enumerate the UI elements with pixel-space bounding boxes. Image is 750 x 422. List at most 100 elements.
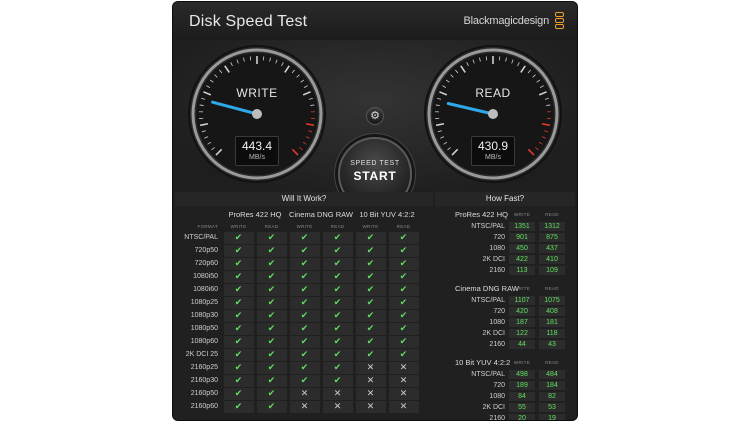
- format-label: 2160p25: [190, 364, 218, 371]
- supported-cell: ✔: [255, 400, 288, 413]
- format-label: 1080p25: [190, 299, 218, 306]
- sub-header-row: FORMAT WRITE READ WRITE READ WRITE READ: [175, 221, 420, 231]
- write-fps-value: 189: [509, 381, 535, 390]
- unsupported-cell: ✕: [354, 374, 387, 387]
- format-label: 2K DCI 25: [185, 351, 218, 358]
- resolution-label: 2K DCI: [482, 404, 505, 411]
- supported-cell: ✔: [354, 231, 387, 244]
- checkmark-icon: ✔: [322, 361, 353, 374]
- checkmark-icon: ✔: [355, 335, 386, 348]
- format-label: 2160p60: [190, 403, 218, 410]
- write-unit: MB/s: [249, 154, 265, 161]
- supported-cell: ✔: [255, 296, 288, 309]
- settings-button[interactable]: ⚙: [366, 107, 384, 125]
- supported-cell: ✔: [222, 257, 255, 270]
- gear-icon: ⚙: [370, 110, 380, 122]
- checkmark-icon: ✔: [289, 348, 320, 361]
- supported-cell: ✔: [321, 361, 354, 374]
- resolution-label: 2160: [489, 341, 505, 348]
- checkmark-icon: ✔: [289, 283, 320, 296]
- format-label: 720p50: [194, 247, 218, 254]
- how-fast-row: 2K DCI 122 118: [435, 329, 575, 339]
- supported-cell: ✔: [288, 283, 321, 296]
- title-bar[interactable]: Disk Speed Test Blackmagicdesign: [173, 2, 577, 40]
- checkmark-icon: ✔: [223, 257, 254, 270]
- cross-icon: ✕: [355, 400, 386, 413]
- supported-cell: ✔: [387, 309, 420, 322]
- supported-cell: ✔: [321, 231, 354, 244]
- checkmark-icon: ✔: [322, 348, 353, 361]
- table-row: 720p50 ✔ ✔ ✔ ✔ ✔ ✔: [175, 244, 420, 257]
- cross-icon: ✕: [388, 374, 419, 387]
- brand-name: Blackmagicdesign: [463, 15, 550, 27]
- supported-cell: ✔: [387, 283, 420, 296]
- supported-cell: ✔: [288, 335, 321, 348]
- read-unit: MB/s: [485, 154, 501, 161]
- gauge-area: WRITE 443.4 MB/s ⚙ SPEED TEST START READ: [173, 40, 577, 211]
- read-value: 430.9: [477, 139, 509, 153]
- unsupported-cell: ✕: [387, 361, 420, 374]
- checkmark-icon: ✔: [289, 361, 320, 374]
- supported-cell: ✔: [387, 231, 420, 244]
- unsupported-cell: ✕: [387, 374, 420, 387]
- supported-cell: ✔: [354, 283, 387, 296]
- supported-cell: ✔: [321, 309, 354, 322]
- read-fps-value: 82: [539, 392, 565, 401]
- how-fast-title: How Fast?: [435, 192, 575, 206]
- resolution-label: 2K DCI: [482, 330, 505, 337]
- supported-cell: ✔: [222, 231, 255, 244]
- checkmark-icon: ✔: [223, 231, 254, 244]
- supported-cell: ✔: [288, 257, 321, 270]
- table-row: 2160p30 ✔ ✔ ✔ ✔ ✕ ✕: [175, 374, 420, 387]
- supported-cell: ✔: [354, 335, 387, 348]
- supported-cell: ✔: [255, 374, 288, 387]
- write-fps-value: 901: [509, 233, 535, 242]
- how-fast-row: 1080 84 82: [435, 392, 575, 402]
- checkmark-icon: ✔: [322, 257, 353, 270]
- format-label: 2160p30: [190, 377, 218, 384]
- checkmark-icon: ✔: [322, 270, 353, 283]
- supported-cell: ✔: [354, 270, 387, 283]
- supported-cell: ✔: [321, 374, 354, 387]
- read-fps-value: 408: [539, 307, 565, 316]
- checkmark-icon: ✔: [289, 374, 320, 387]
- unsupported-cell: ✕: [354, 387, 387, 400]
- checkmark-icon: ✔: [388, 244, 419, 257]
- resolution-label: NTSC/PAL: [471, 297, 505, 304]
- start-button-label: START: [353, 169, 397, 183]
- table-row: 1080p60 ✔ ✔ ✔ ✔ ✔ ✔: [175, 335, 420, 348]
- checkmark-icon: ✔: [388, 257, 419, 270]
- checkmark-icon: ✔: [322, 374, 353, 387]
- supported-cell: ✔: [354, 296, 387, 309]
- supported-cell: ✔: [288, 322, 321, 335]
- checkmark-icon: ✔: [388, 283, 419, 296]
- supported-cell: ✔: [321, 335, 354, 348]
- resolution-label: 2160: [489, 267, 505, 274]
- supported-cell: ✔: [288, 244, 321, 257]
- write-readout: 443.4 MB/s: [235, 136, 279, 166]
- read-fps-value: 181: [539, 318, 565, 327]
- checkmark-icon: ✔: [289, 335, 320, 348]
- checkmark-icon: ✔: [256, 244, 287, 257]
- codec-header: 10 Bit YUV 4:2:2: [359, 210, 415, 219]
- supported-cell: ✔: [321, 244, 354, 257]
- write-fps-value: 84: [509, 392, 535, 401]
- cross-icon: ✕: [355, 387, 386, 400]
- read-fps-value: 437: [539, 244, 565, 253]
- table-row: NTSC/PAL ✔ ✔ ✔ ✔ ✔ ✔: [175, 231, 420, 244]
- write-fps-value: 122: [509, 329, 535, 338]
- cross-icon: ✕: [289, 387, 320, 400]
- cross-icon: ✕: [322, 387, 353, 400]
- supported-cell: ✔: [288, 231, 321, 244]
- checkmark-icon: ✔: [256, 400, 287, 413]
- table-row: 1080i50 ✔ ✔ ✔ ✔ ✔ ✔: [175, 270, 420, 283]
- how-fast-row: NTSC/PAL 498 484: [435, 370, 575, 380]
- format-label: 1080i60: [193, 286, 218, 293]
- resolution-label: 1080: [489, 319, 505, 326]
- supported-cell: ✔: [387, 296, 420, 309]
- checkmark-icon: ✔: [355, 309, 386, 322]
- supported-cell: ✔: [255, 322, 288, 335]
- read-fps-value: 484: [539, 370, 565, 379]
- supported-cell: ✔: [255, 270, 288, 283]
- how-fast-group-title: ProRes 422 HQ: [455, 210, 508, 219]
